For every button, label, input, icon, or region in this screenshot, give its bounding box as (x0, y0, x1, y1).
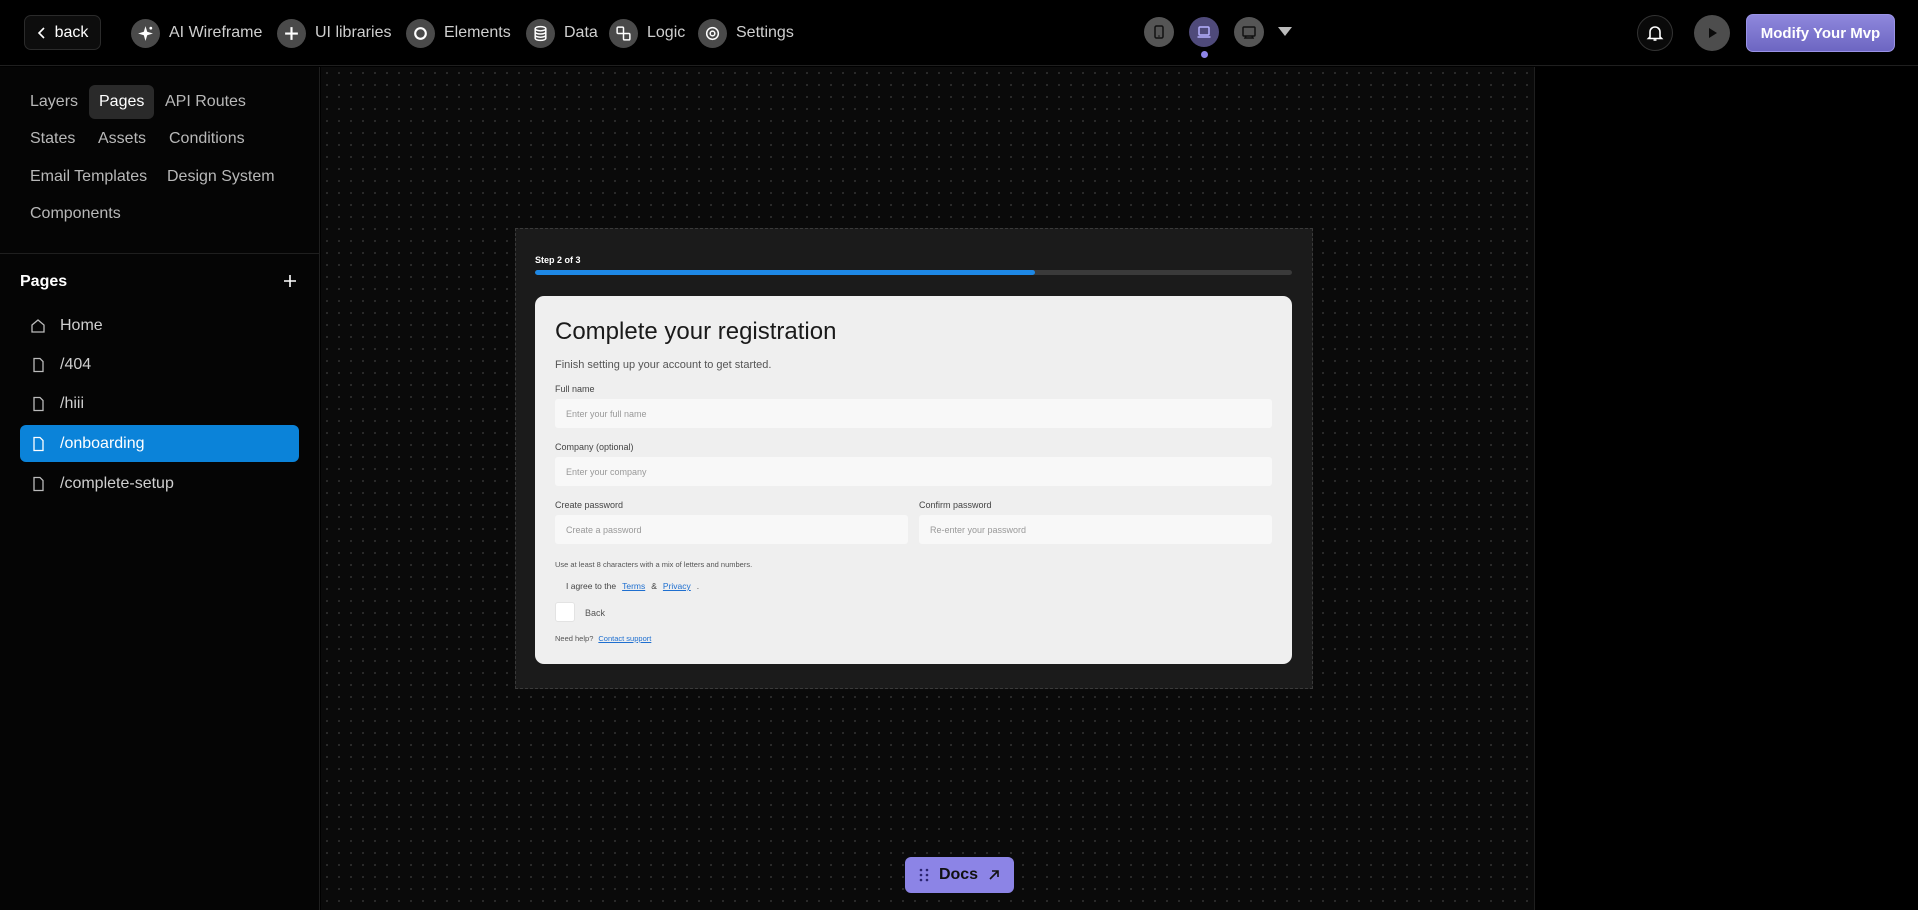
modify-mvp-button[interactable]: Modify Your Mvp (1746, 14, 1895, 52)
nav-ai-wireframe[interactable]: AI Wireframe (131, 18, 262, 48)
step-indicator: Step 2 of 3 (535, 255, 581, 265)
tab-email-templates[interactable]: Email Templates (20, 160, 157, 194)
drag-handle-icon (919, 868, 929, 882)
bell-icon (1646, 26, 1664, 41)
form-back-button[interactable]: Back (585, 608, 605, 618)
password-hint: Use at least 8 characters with a mix of … (555, 560, 753, 569)
desktop-icon (1242, 26, 1256, 39)
home-icon (31, 318, 45, 333)
tab-conditions[interactable]: Conditions (159, 122, 255, 156)
page-label: /complete-setup (60, 474, 174, 492)
add-page-button[interactable] (280, 271, 300, 291)
company-label: Company (optional) (555, 442, 634, 452)
company-input[interactable]: Enter your company (555, 457, 1272, 486)
page-item-hiii[interactable]: /hiii (20, 385, 299, 422)
active-device-indicator (1201, 51, 1208, 58)
file-icon (33, 476, 44, 491)
file-icon (33, 357, 44, 372)
full-name-input[interactable]: Enter your full name (555, 399, 1272, 428)
registration-card: Complete your registration Finish settin… (535, 296, 1292, 664)
top-bar: back AI Wireframe UI libraries Elements … (0, 0, 1918, 66)
left-sidebar: Layers Pages API Routes States Assets Co… (0, 67, 320, 910)
play-icon (1709, 28, 1717, 38)
docs-button[interactable]: Docs (905, 857, 1014, 893)
privacy-link[interactable]: Privacy (663, 581, 691, 591)
full-name-label: Full name (555, 384, 595, 394)
sidebar-divider (0, 253, 320, 254)
contact-support-link[interactable]: Contact support (598, 634, 651, 643)
notifications-button[interactable] (1637, 15, 1673, 51)
back-label: back (54, 23, 89, 41)
docs-label: Docs (938, 866, 979, 883)
page-label: /onboarding (60, 434, 145, 452)
agree-checkbox[interactable] (555, 602, 575, 622)
password-input[interactable]: Create a password (555, 515, 908, 544)
tab-api-routes[interactable]: API Routes (155, 85, 256, 119)
agree-suffix: . (696, 581, 700, 591)
device-dropdown-chevron-down-icon[interactable] (1278, 27, 1292, 36)
plus-icon (284, 275, 296, 287)
agree-terms-text: I agree to the Terms & Privacy . (566, 581, 699, 591)
logic-icon (609, 18, 638, 48)
page-item-complete-setup[interactable]: /complete-setup (20, 465, 299, 502)
tab-pages[interactable]: Pages (89, 85, 155, 119)
tablet-icon (1154, 25, 1164, 39)
tab-assets[interactable]: Assets (88, 122, 156, 156)
nav-elements[interactable]: Elements (406, 18, 511, 48)
nav-ui-libraries[interactable]: UI libraries (277, 18, 391, 48)
external-link-icon (989, 870, 999, 880)
database-icon (526, 18, 555, 48)
file-icon (33, 396, 44, 411)
nav-settings[interactable]: Settings (698, 18, 794, 48)
card-title: Complete your registration (555, 318, 837, 345)
page-item-onboarding[interactable]: /onboarding (20, 425, 299, 462)
agree-ampersand: & (651, 581, 657, 591)
confirm-password-label: Confirm password (919, 500, 992, 510)
nav-label: Logic (647, 24, 686, 41)
tab-design-system[interactable]: Design System (157, 160, 285, 194)
confirm-password-input[interactable]: Re-enter your password (919, 515, 1272, 544)
nav-logic[interactable]: Logic (609, 18, 685, 48)
tab-components[interactable]: Components (20, 197, 131, 231)
sparkle-icon (131, 18, 160, 48)
tablet-view-button[interactable] (1144, 17, 1174, 47)
nav-label: Settings (736, 24, 794, 41)
page-label: /hiii (60, 394, 85, 412)
nav-label: UI libraries (315, 24, 392, 41)
terms-link[interactable]: Terms (622, 581, 645, 591)
page-label: Home (60, 316, 103, 334)
file-icon (33, 436, 44, 451)
pages-section-title: Pages (20, 273, 68, 290)
help-prefix: Need help? (555, 634, 594, 643)
nav-label: AI Wireframe (169, 24, 263, 41)
agree-prefix: I agree to the (566, 581, 617, 591)
page-label: /404 (60, 355, 92, 373)
settings-icon (698, 18, 727, 48)
back-button[interactable]: back (24, 15, 101, 50)
preview-play-button[interactable] (1694, 15, 1730, 51)
page-item-home[interactable]: Home (20, 307, 299, 344)
password-label: Create password (555, 500, 624, 510)
tab-layers[interactable]: Layers (20, 85, 88, 119)
nav-label: Data (564, 24, 598, 41)
laptop-icon (1197, 26, 1211, 38)
plus-icon (277, 18, 306, 48)
tab-states[interactable]: States (20, 122, 85, 156)
laptop-view-button[interactable] (1189, 17, 1219, 47)
nav-data[interactable]: Data (526, 18, 598, 48)
help-text: Need help? Contact support (555, 634, 651, 643)
circle-icon (406, 18, 435, 48)
card-subtitle: Finish setting up your account to get st… (555, 359, 772, 371)
progress-bar (535, 270, 1292, 275)
chevron-left-icon (37, 26, 45, 39)
desktop-view-button[interactable] (1234, 17, 1264, 47)
page-item-404[interactable]: /404 (20, 346, 299, 383)
nav-label: Elements (444, 24, 511, 41)
progress-bar-fill (535, 270, 1035, 275)
